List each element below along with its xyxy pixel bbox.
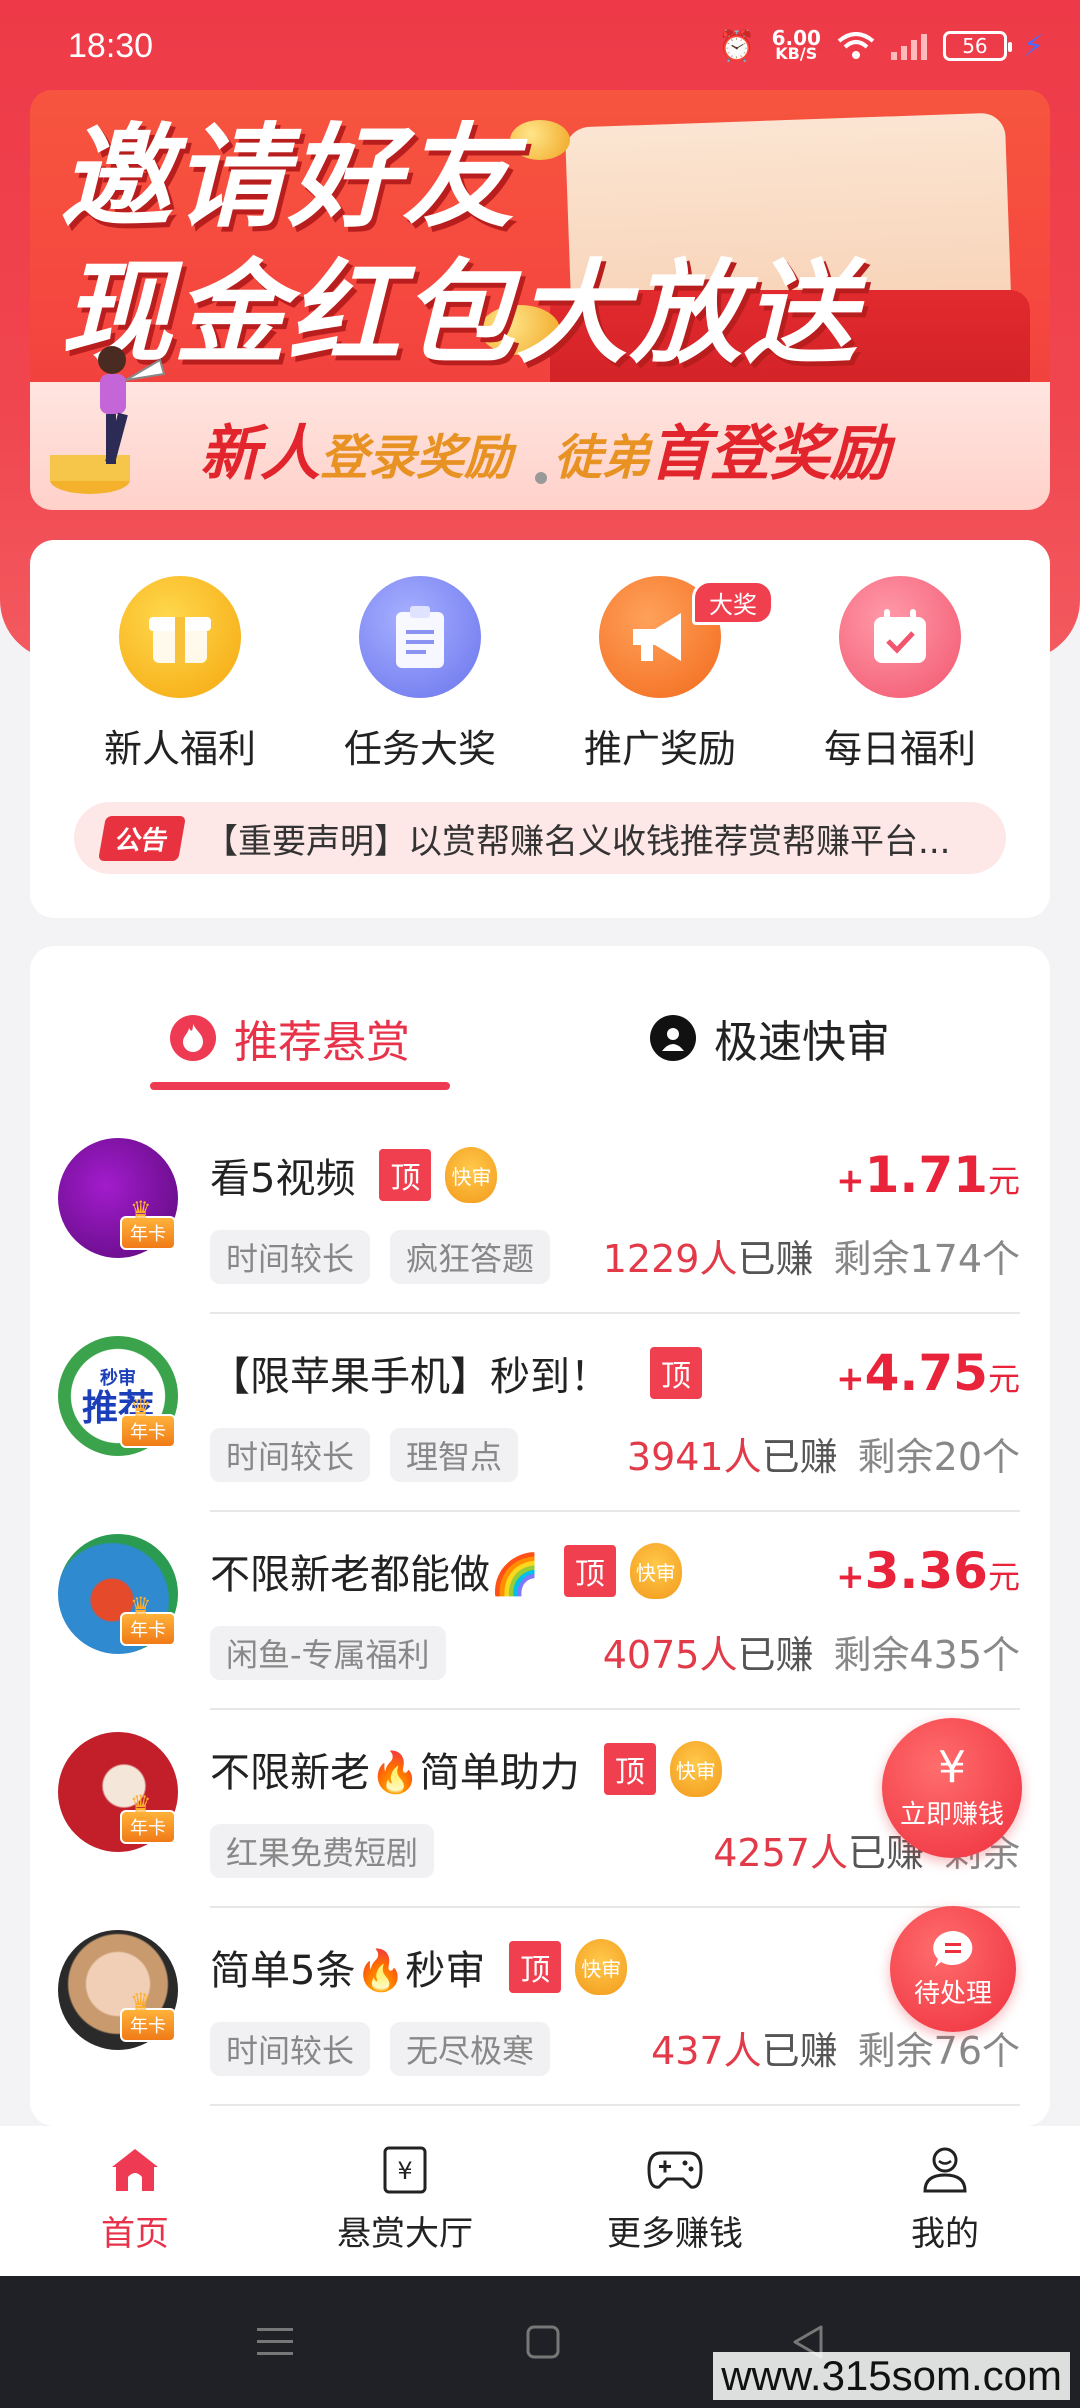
menu-icon[interactable] [255, 2325, 295, 2359]
carousel-indicator [535, 472, 547, 484]
task-title: 简单5条🔥秒审 顶 快审 [210, 1938, 628, 1996]
year-card-badge: 年卡 [120, 1394, 176, 1448]
yuan-envelope-icon: ¥ [938, 1741, 966, 1793]
top-badge: 顶 [603, 1743, 656, 1795]
task-tags: 时间较长 无尽极寒 [210, 2022, 551, 2076]
quick-entry-newcomer[interactable]: 新人福利 [60, 576, 300, 773]
fast-review-badge: 快审 [575, 1939, 628, 1995]
watermark: www.315som.com [713, 2352, 1070, 2400]
top-badge: 顶 [563, 1545, 616, 1597]
avatar: 年卡 [58, 1138, 178, 1258]
top-badge: 顶 [650, 1347, 702, 1399]
task-title: 不限新老都能做🌈 顶 快审 [210, 1542, 682, 1600]
quick-entry-card: 新人福利 任务大奖 大奖 推广奖励 每日福利 公告 【重要声明】以赏帮赚名义收钱… [30, 540, 1050, 918]
bottom-nav: 首页 ¥ 悬赏大厅 更多赚钱 我的 [0, 2126, 1080, 2276]
task-stats: 1229人已赚 剩余174个 [602, 1237, 1020, 1281]
task-tag: 疯狂答题 [390, 1230, 551, 1284]
quick-entry-daily[interactable]: 每日福利 [780, 576, 1020, 773]
task-tabs: 推荐悬赏 极速快审 [30, 946, 1050, 1106]
gamepad-icon [645, 2140, 705, 2200]
task-tag: 时间较长 [210, 1428, 371, 1482]
nav-mine[interactable]: 我的 [810, 2126, 1080, 2276]
year-card-badge: 年卡 [120, 1592, 176, 1646]
top-badge: 顶 [379, 1149, 432, 1201]
battery-indicator: 56 [942, 31, 1012, 61]
task-tags: 时间较长 疯狂答题 [210, 1230, 551, 1284]
status-icons: ⏰ 6.00 KB/S 56 ⚡ [718, 26, 1044, 64]
home-icon [105, 2140, 165, 2200]
nav-home[interactable]: 首页 [0, 2126, 270, 2276]
nav-bounty-hall[interactable]: ¥ 悬赏大厅 [270, 2126, 540, 2276]
top-badge: 顶 [509, 1941, 562, 1993]
divider [210, 2104, 1020, 2106]
user-circle-icon [650, 1015, 696, 1061]
avatar: 秒审 推荐 年卡 [58, 1336, 178, 1456]
task-item[interactable]: 年卡 看5视频 顶 快审 +1.71元 时间较长 疯狂答题 1229人已赚剩余1… [30, 1116, 1050, 1314]
year-card-badge: 年卡 [120, 1196, 176, 1250]
nav-more-earn[interactable]: 更多赚钱 [540, 2126, 810, 2276]
task-item[interactable]: 年卡 不限新老都能做🌈 顶 快审 +3.36元 闲鱼-专属福利 4075人已赚剩… [30, 1512, 1050, 1710]
avatar: 年卡 [58, 1930, 178, 2050]
yuan-doc-icon: ¥ [375, 2140, 435, 2200]
task-reward: +4.75元 [836, 1344, 1020, 1402]
quick-entry-row: 新人福利 任务大奖 大奖 推广奖励 每日福利 [30, 576, 1050, 773]
flame-icon [170, 1015, 216, 1061]
active-tab-indicator [150, 1082, 450, 1090]
task-item[interactable]: 秒审 推荐 年卡 【限苹果手机】秒到！ 顶 +4.75元 时间较长 理智点 39… [30, 1314, 1050, 1512]
user-icon [915, 2140, 975, 2200]
announcement-tag: 公告 [98, 815, 186, 861]
announcement-text: 【重要声明】以赏帮赚名义收钱推荐赏帮赚平台... [204, 821, 951, 862]
net-speed: 6.00 KB/S [771, 26, 821, 63]
task-tag: 时间较长 [210, 1230, 371, 1284]
fast-review-badge: 快审 [629, 1543, 682, 1599]
task-tags: 红果免费短剧 [210, 1824, 435, 1878]
task-stats: 3941人已赚 剩余20个 [626, 1435, 1020, 1479]
year-card-badge: 年卡 [120, 1988, 176, 2042]
megaphone-person-illustration [50, 346, 166, 494]
task-tag: 理智点 [390, 1428, 519, 1482]
quick-entry-task-prize[interactable]: 任务大奖 [300, 576, 540, 773]
fast-review-badge: 快审 [445, 1147, 498, 1203]
avatar: 年卡 [58, 1732, 178, 1852]
invite-banner[interactable]: 邀请好友 现金红包大放送 新人登录奖励 徒弟首登奖励 [30, 90, 1050, 510]
quick-entry-promotion[interactable]: 大奖 推广奖励 [540, 576, 780, 773]
status-bar: 18:30 ⏰ 6.00 KB/S 56 ⚡ [0, 0, 1080, 92]
tab-recommended[interactable]: 推荐悬赏 [170, 1006, 410, 1070]
task-tag: 无尽极寒 [390, 2022, 551, 2076]
status-time: 18:30 [68, 26, 154, 65]
task-stats: 4075人已赚 剩余435个 [602, 1633, 1020, 1677]
task-tags: 闲鱼-专属福利 [210, 1626, 446, 1680]
gift-box-icon [119, 576, 241, 698]
chat-bubble-icon [933, 1930, 973, 1967]
year-card-badge: 年卡 [120, 1790, 176, 1844]
task-title: 【限苹果手机】秒到！ 顶 [210, 1344, 702, 1402]
fast-review-badge: 快审 [669, 1741, 722, 1797]
pending-button[interactable]: 待处理 [890, 1906, 1016, 2032]
avatar: 年卡 [58, 1534, 178, 1654]
announcement-bar[interactable]: 公告 【重要声明】以赏帮赚名义收钱推荐赏帮赚平台... [74, 802, 1006, 874]
task-title: 不限新老🔥简单助力 顶 快审 [210, 1740, 722, 1798]
task-title: 看5视频 顶 快审 [210, 1146, 498, 1204]
clipboard-icon [359, 576, 481, 698]
svg-text:¥: ¥ [397, 2157, 412, 2185]
tab-fast-review[interactable]: 极速快审 [650, 1006, 890, 1070]
signal-icon [890, 34, 927, 60]
calendar-check-icon [839, 576, 961, 698]
earn-now-button[interactable]: ¥ 立即赚钱 [882, 1718, 1022, 1858]
task-tag: 闲鱼-专属福利 [210, 1626, 446, 1680]
big-prize-badge: 大奖 [692, 580, 774, 625]
task-reward: +1.71元 [836, 1146, 1020, 1204]
task-tag: 时间较长 [210, 2022, 371, 2076]
task-tags: 时间较长 理智点 [210, 1428, 519, 1482]
task-tag: 红果免费短剧 [210, 1824, 435, 1878]
charging-icon: ⚡ [1022, 28, 1044, 64]
wifi-icon [837, 32, 875, 59]
home-square-icon[interactable] [525, 2324, 561, 2360]
task-reward: +3.36元 [836, 1542, 1020, 1600]
alarm-icon: ⏰ [718, 28, 756, 64]
